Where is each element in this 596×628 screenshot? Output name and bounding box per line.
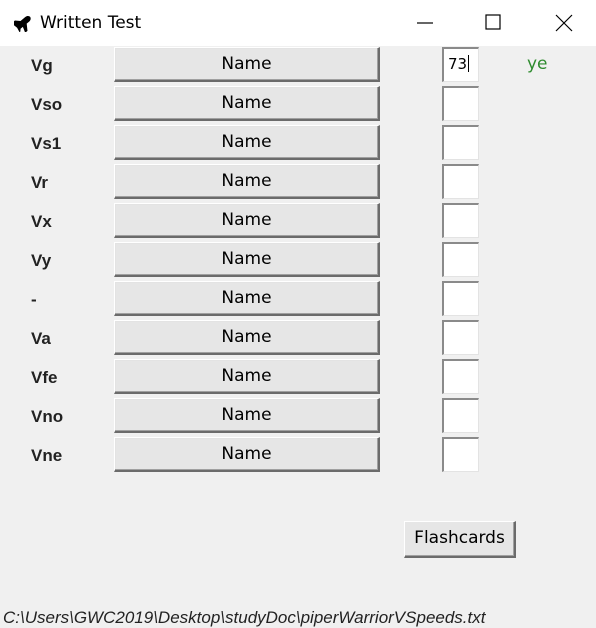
window-title: Written Test (40, 13, 142, 33)
text-caret (468, 55, 470, 72)
name-button[interactable]: Name (114, 86, 380, 121)
answer-input[interactable] (442, 359, 479, 394)
name-button[interactable]: Name (114, 281, 380, 316)
name-button[interactable]: Name (114, 320, 380, 355)
speed-row: Vy Name (0, 241, 596, 280)
maximize-button[interactable] (470, 0, 516, 46)
name-button[interactable]: Name (114, 164, 380, 199)
minimize-button[interactable] (402, 0, 448, 46)
close-button[interactable] (541, 0, 587, 46)
speed-row: Vno Name (0, 397, 596, 436)
name-button[interactable]: Name (114, 242, 380, 277)
name-button[interactable]: Name (114, 203, 380, 238)
speed-code-label: Vx (31, 212, 52, 231)
speed-code-label: Vne (31, 446, 63, 465)
name-button[interactable]: Name (114, 47, 380, 82)
title-bar: Written Test (0, 0, 596, 46)
name-button[interactable]: Name (114, 437, 380, 472)
speed-code-label: Vg (31, 56, 53, 75)
answer-input[interactable] (442, 437, 479, 472)
speed-row: Vg Name 73 ye (0, 46, 596, 85)
name-button[interactable]: Name (114, 398, 380, 433)
speed-code-label: Vs1 (31, 134, 62, 153)
name-button[interactable]: Name (114, 125, 380, 160)
feedback-text: ye (527, 54, 548, 74)
speed-code-label: Vno (31, 407, 64, 426)
airplane-icon (12, 12, 34, 33)
close-icon (555, 14, 573, 32)
speed-row: Vso Name (0, 85, 596, 124)
answer-input[interactable] (442, 164, 479, 199)
speed-code-label: Vr (31, 173, 49, 192)
answer-input[interactable] (442, 281, 479, 316)
speed-row: Va Name (0, 319, 596, 358)
maximize-icon (485, 14, 501, 30)
answer-input[interactable]: 73 (442, 47, 479, 82)
flashcards-button[interactable]: Flashcards (404, 521, 516, 558)
speed-row: Vs1 Name (0, 124, 596, 163)
speed-row: Vfe Name (0, 358, 596, 397)
name-button[interactable]: Name (114, 359, 380, 394)
answer-input[interactable] (442, 86, 479, 121)
speed-code-label: - (31, 290, 37, 309)
minimize-icon (417, 22, 433, 24)
file-path: C:\Users\GWC2019\Desktop\studyDoc\piperW… (3, 608, 486, 627)
answer-input[interactable] (442, 125, 479, 160)
speed-code-label: Vso (31, 95, 63, 114)
answer-input[interactable] (442, 242, 479, 277)
answer-input[interactable] (442, 320, 479, 355)
speed-row: - Name (0, 280, 596, 319)
speed-row: Vne Name (0, 436, 596, 475)
speed-code-label: Vy (31, 251, 52, 270)
speed-row: Vx Name (0, 202, 596, 241)
answer-input[interactable] (442, 203, 479, 238)
answer-input[interactable] (442, 398, 479, 433)
speed-row: Vr Name (0, 163, 596, 202)
answer-value: 73 (448, 55, 468, 73)
speed-code-label: Vfe (31, 368, 58, 387)
speed-code-label: Va (31, 329, 51, 348)
